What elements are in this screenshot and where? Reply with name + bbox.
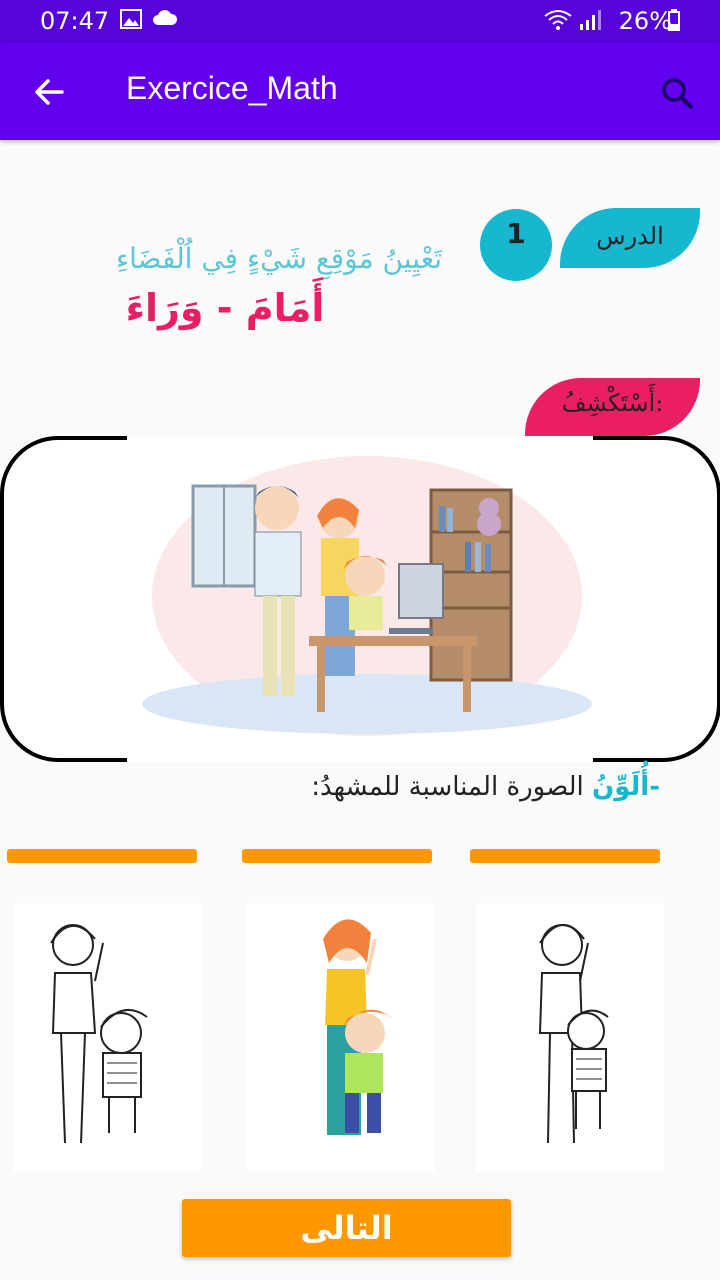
search-icon[interactable]	[658, 74, 698, 114]
lesson-subtitle: تَعْيِينُ مَوْقِعِ شَيْءٍ فِي اُلْفَضَاء…	[115, 242, 442, 275]
family-scene-illustration	[127, 436, 593, 762]
lesson-number-badge: 1	[480, 209, 552, 281]
choice-image-middle[interactable]	[247, 903, 435, 1171]
choice-image-left[interactable]	[13, 903, 201, 1171]
instruction-text: -أُلَوِّنُ الصورة المناسبة للمشهدُ:	[200, 772, 660, 812]
discover-tag: أَسْتَكْشِفُ:	[525, 378, 700, 436]
choice-bar-left	[7, 849, 197, 863]
status-bar: 07:47 26%	[0, 0, 720, 42]
cloud-icon	[152, 9, 178, 31]
lesson-title: أَمَامَ - وَرَاءَ	[125, 286, 325, 330]
next-button[interactable]: التالى	[182, 1199, 511, 1257]
wifi-icon	[543, 9, 573, 35]
back-arrow-icon[interactable]	[30, 72, 70, 112]
choice-bar-right	[470, 849, 660, 863]
instruction-highlight: -أُلَوِّنُ	[592, 772, 660, 802]
battery-level: 26%	[618, 7, 672, 35]
app-title: Exercice_Math	[126, 70, 338, 106]
battery-icon	[668, 9, 680, 35]
gallery-icon	[120, 9, 142, 33]
lesson-tag: الدرس	[560, 208, 700, 268]
signal-icon	[578, 9, 602, 35]
choice-bar-middle	[242, 849, 432, 863]
status-time: 07:47	[40, 7, 110, 35]
choice-image-right[interactable]	[476, 903, 664, 1171]
instruction-body: الصورة المناسبة للمشهدُ:	[311, 772, 593, 802]
app-bar: Exercice_Math	[0, 42, 720, 140]
